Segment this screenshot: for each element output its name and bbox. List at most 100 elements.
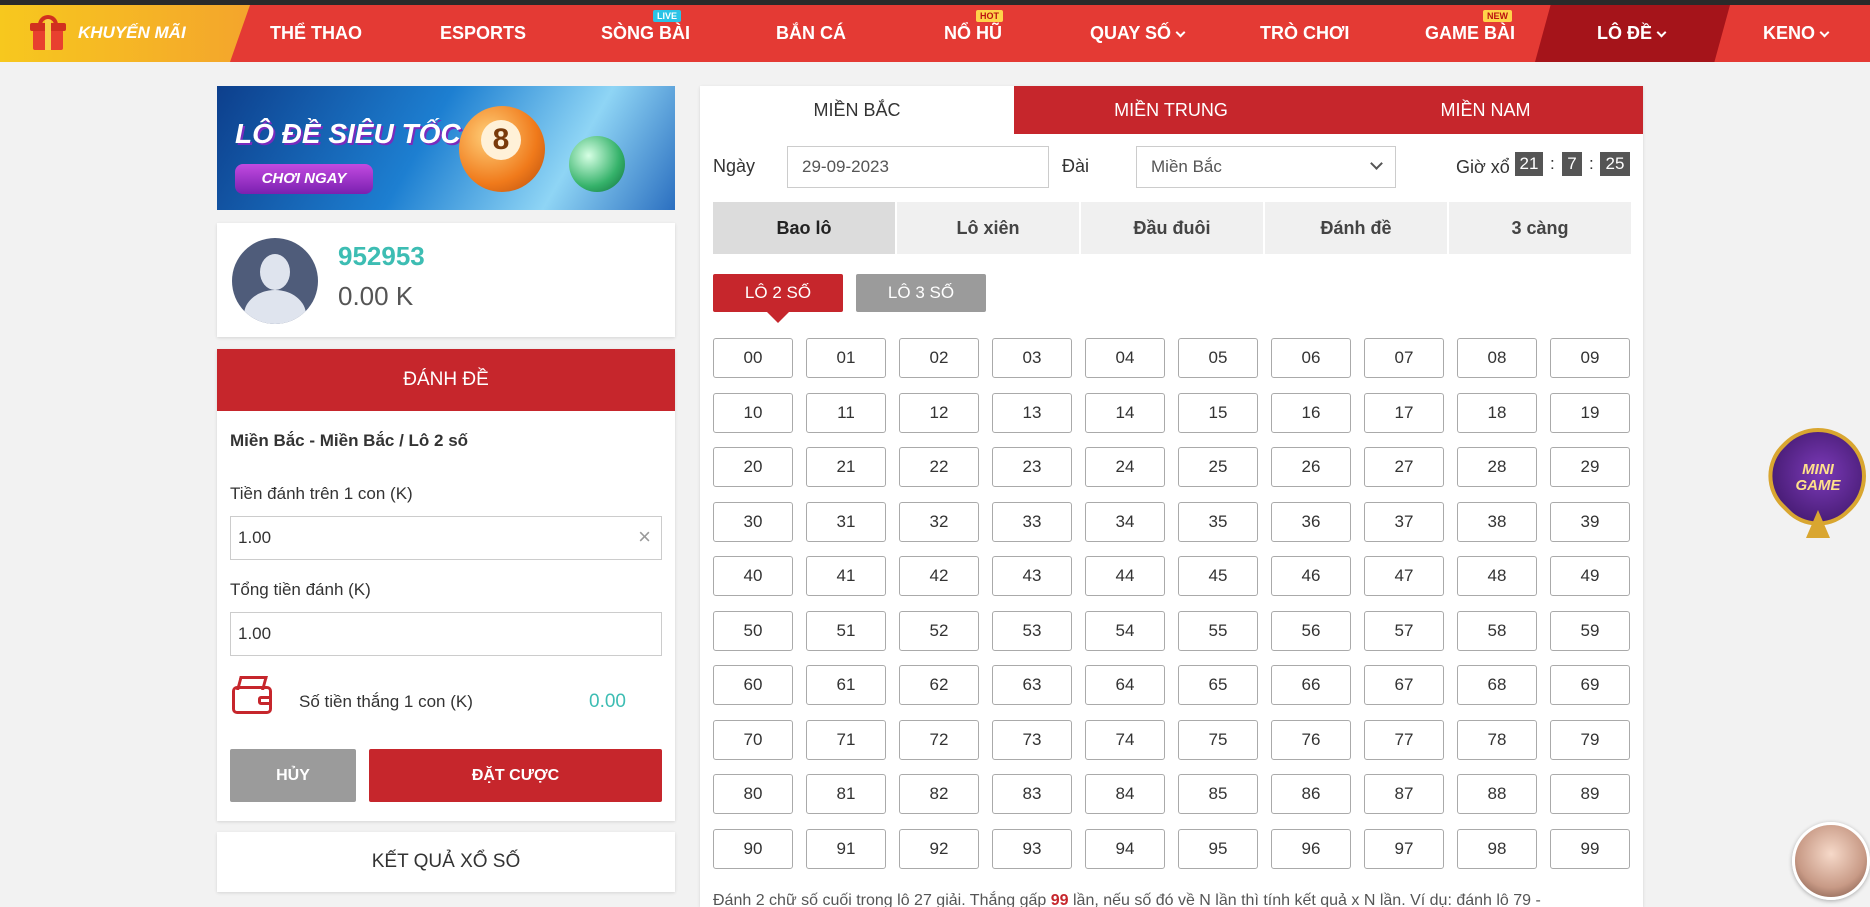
number-cell[interactable]: 67 — [1364, 665, 1444, 705]
number-cell[interactable]: 34 — [1085, 501, 1165, 542]
number-cell[interactable]: 28 — [1457, 447, 1537, 487]
nav-item-no-hu[interactable]: HOT NỔ HŨ — [944, 10, 1003, 44]
number-cell[interactable]: 89 — [1550, 774, 1630, 814]
nav-item-keno[interactable]: KENO — [1763, 23, 1830, 44]
number-cell[interactable]: 48 — [1457, 556, 1537, 596]
lottery-results-link[interactable]: KẾT QUẢ XỔ SỐ — [217, 832, 675, 892]
number-cell[interactable]: 46 — [1271, 556, 1351, 596]
number-cell[interactable]: 43 — [992, 556, 1072, 596]
tab-mien-nam[interactable]: MIỀN NAM — [1328, 86, 1643, 134]
number-cell[interactable]: 10 — [713, 392, 793, 433]
number-cell[interactable]: 07 — [1364, 338, 1444, 378]
number-cell[interactable]: 64 — [1085, 665, 1165, 705]
number-cell[interactable]: 20 — [713, 447, 793, 487]
number-cell[interactable]: 25 — [1178, 447, 1258, 487]
number-cell[interactable]: 03 — [992, 338, 1072, 378]
total-input[interactable]: 1.00 — [230, 612, 662, 656]
number-cell[interactable]: 44 — [1085, 556, 1165, 596]
number-cell[interactable]: 85 — [1178, 774, 1258, 814]
number-cell[interactable]: 71 — [806, 719, 886, 760]
number-cell[interactable]: 77 — [1364, 719, 1444, 760]
number-cell[interactable]: 94 — [1085, 828, 1165, 869]
number-cell[interactable]: 81 — [806, 774, 886, 814]
number-cell[interactable]: 24 — [1085, 447, 1165, 487]
number-cell[interactable]: 78 — [1457, 719, 1537, 760]
tab-lo-xien[interactable]: Lô xiên — [897, 202, 1079, 254]
date-input[interactable]: 29-09-2023 — [787, 146, 1049, 188]
number-cell[interactable]: 59 — [1550, 610, 1630, 651]
nav-item-lo-de[interactable]: LÔ ĐỀ — [1597, 23, 1667, 44]
number-cell[interactable]: 01 — [806, 338, 886, 378]
nav-item-game-bai[interactable]: NEW GAME BÀI — [1425, 10, 1515, 44]
nav-item-quay-so[interactable]: QUAY SỐ — [1090, 23, 1186, 44]
number-cell[interactable]: 87 — [1364, 774, 1444, 814]
number-cell[interactable]: 76 — [1271, 719, 1351, 760]
number-cell[interactable]: 80 — [713, 774, 793, 814]
tab-mien-bac[interactable]: MIỀN BẮC — [700, 86, 1014, 134]
number-cell[interactable]: 63 — [992, 665, 1072, 705]
number-cell[interactable]: 68 — [1457, 665, 1537, 705]
number-cell[interactable]: 12 — [899, 392, 979, 433]
banner-play-button[interactable]: CHƠI NGAY — [235, 164, 373, 194]
number-cell[interactable]: 33 — [992, 501, 1072, 542]
number-cell[interactable]: 65 — [1178, 665, 1258, 705]
nav-item-song-bai[interactable]: LIVE SÒNG BÀI — [601, 10, 690, 44]
number-cell[interactable]: 69 — [1550, 665, 1630, 705]
number-cell[interactable]: 98 — [1457, 828, 1537, 869]
number-cell[interactable]: 79 — [1550, 719, 1630, 760]
number-cell[interactable]: 23 — [992, 447, 1072, 487]
number-cell[interactable]: 84 — [1085, 774, 1165, 814]
number-cell[interactable]: 19 — [1550, 392, 1630, 433]
number-cell[interactable]: 70 — [713, 719, 793, 760]
number-cell[interactable]: 35 — [1178, 501, 1258, 542]
tab-dau-duoi[interactable]: Đầu đuôi — [1081, 202, 1263, 254]
number-cell[interactable]: 13 — [992, 392, 1072, 433]
number-cell[interactable]: 31 — [806, 501, 886, 542]
number-cell[interactable]: 47 — [1364, 556, 1444, 596]
number-cell[interactable]: 82 — [899, 774, 979, 814]
station-select[interactable]: Miền Bắc — [1136, 146, 1396, 188]
number-cell[interactable]: 54 — [1085, 610, 1165, 651]
minigame-button[interactable]: MINI GAME — [1750, 408, 1870, 544]
tab-mien-trung[interactable]: MIỀN TRUNG — [1014, 86, 1328, 134]
nav-promo[interactable]: KHUYẾN MÃI — [0, 5, 250, 62]
number-cell[interactable]: 61 — [806, 665, 886, 705]
number-cell[interactable]: 62 — [899, 665, 979, 705]
number-cell[interactable]: 38 — [1457, 501, 1537, 542]
number-cell[interactable]: 36 — [1271, 501, 1351, 542]
number-cell[interactable]: 16 — [1271, 392, 1351, 433]
number-cell[interactable]: 39 — [1550, 501, 1630, 542]
number-cell[interactable]: 22 — [899, 447, 979, 487]
number-cell[interactable]: 53 — [992, 610, 1072, 651]
tab-lo-3-so[interactable]: LÔ 3 SỐ — [856, 274, 986, 312]
support-chat-avatar[interactable] — [1792, 822, 1870, 900]
number-cell[interactable]: 09 — [1550, 338, 1630, 378]
nav-item-tro-choi[interactable]: TRÒ CHƠI — [1260, 23, 1349, 44]
number-cell[interactable]: 88 — [1457, 774, 1537, 814]
number-cell[interactable]: 49 — [1550, 556, 1630, 596]
number-cell[interactable]: 37 — [1364, 501, 1444, 542]
number-cell[interactable]: 74 — [1085, 719, 1165, 760]
nav-item-ban-ca[interactable]: BẮN CÁ — [776, 23, 846, 44]
number-cell[interactable]: 27 — [1364, 447, 1444, 487]
number-cell[interactable]: 95 — [1178, 828, 1258, 869]
place-bet-button[interactable]: ĐẶT CƯỢC — [369, 749, 662, 802]
number-cell[interactable]: 00 — [713, 338, 793, 378]
number-cell[interactable]: 66 — [1271, 665, 1351, 705]
tab-lo-2-so[interactable]: LÔ 2 SỐ — [713, 274, 843, 312]
number-cell[interactable]: 40 — [713, 556, 793, 596]
tab-bao-lo[interactable]: Bao lô — [713, 202, 895, 254]
number-cell[interactable]: 60 — [713, 665, 793, 705]
number-cell[interactable]: 93 — [992, 828, 1072, 869]
number-cell[interactable]: 42 — [899, 556, 979, 596]
number-cell[interactable]: 41 — [806, 556, 886, 596]
number-cell[interactable]: 17 — [1364, 392, 1444, 433]
cancel-button[interactable]: HỦY — [230, 749, 356, 802]
number-cell[interactable]: 26 — [1271, 447, 1351, 487]
nav-item-esports[interactable]: ESPORTS — [440, 23, 526, 44]
number-cell[interactable]: 32 — [899, 501, 979, 542]
nav-item-the-thao[interactable]: THỂ THAO — [270, 23, 362, 44]
number-cell[interactable]: 97 — [1364, 828, 1444, 869]
promo-banner[interactable]: LÔ ĐỀ SIÊU TỐC CHƠI NGAY 8 — [217, 86, 675, 210]
number-cell[interactable]: 51 — [806, 610, 886, 651]
